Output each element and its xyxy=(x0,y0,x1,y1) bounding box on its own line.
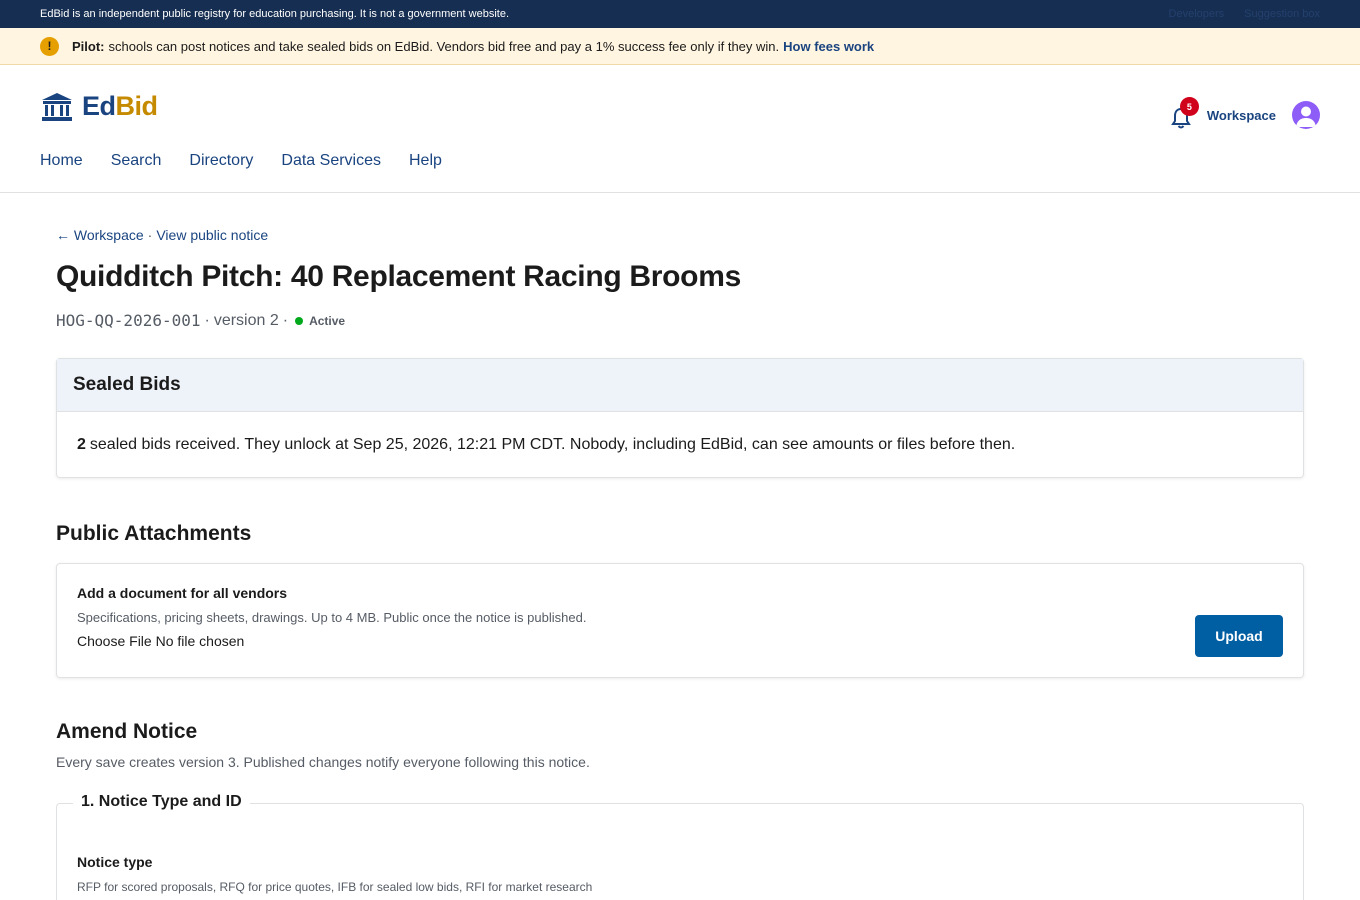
alert-title: Pilot: xyxy=(72,38,105,54)
amend-notice-heading: Amend Notice xyxy=(56,720,198,743)
notification-count-badge: 5 xyxy=(1179,97,1199,116)
status-badge: Active xyxy=(309,313,346,328)
nav-directory[interactable]: Directory xyxy=(189,152,253,170)
sealed-bids-text: sealed bids received. They unlock at Sep… xyxy=(89,435,1016,453)
breadcrumb-separator: · xyxy=(147,227,153,243)
sealed-bids-message: 2 sealed bids received. They unlock at S… xyxy=(57,412,1303,477)
upload-button[interactable]: Upload xyxy=(1195,615,1283,657)
main-content: ← Workspace · View public notice Quidditch… xyxy=(56,193,1304,900)
amend-notice-subtitle: Every save creates version 3. Published … xyxy=(56,754,590,770)
alert-text: schools can post notices and take sealed… xyxy=(108,38,780,54)
notice-meta: HOG-QQ-2026-001 · version 2 · Active xyxy=(56,311,1304,330)
back-to-workspace-link[interactable]: ← Workspace xyxy=(56,227,144,243)
public-attachments-heading: Public Attachments xyxy=(56,522,252,545)
logo-bid: Bid xyxy=(115,91,159,121)
banner-links: Developers Suggestion box xyxy=(1169,8,1320,20)
attachment-label: Add a document for all vendors xyxy=(77,585,288,601)
pilot-alert: ! Pilot: schools can post notices and ta… xyxy=(0,28,1360,65)
suggestion-box-link[interactable]: Suggestion box xyxy=(1244,8,1320,20)
exclamation-icon: ! xyxy=(40,36,59,56)
banner-text: EdBid is an independent public registry … xyxy=(40,8,509,20)
main-nav: Home Search Directory Data Services Help xyxy=(40,152,442,170)
meta-separator: · xyxy=(204,311,210,329)
bank-building-icon xyxy=(42,92,72,121)
notice-version: version 2 xyxy=(213,311,279,329)
nav-search[interactable]: Search xyxy=(111,152,162,170)
workspace-link[interactable]: Workspace xyxy=(1207,108,1276,123)
meta-separator: · xyxy=(282,311,289,329)
notice-type-label: Notice type xyxy=(77,854,153,870)
fieldset-legend: 1. Notice Type and ID xyxy=(73,793,250,811)
logo-ed: Ed xyxy=(82,91,116,121)
nav-data-services[interactable]: Data Services xyxy=(281,152,381,170)
logo[interactable]: EdBid xyxy=(40,91,158,122)
avatar[interactable] xyxy=(1292,101,1320,129)
file-input[interactable]: Choose File No file chosen xyxy=(77,633,1283,649)
user-icon xyxy=(1296,106,1316,127)
notifications-button[interactable]: 5 xyxy=(1169,97,1199,129)
notice-type-fieldset: 1. Notice Type and ID Notice type RFP fo… xyxy=(56,793,1304,900)
how-fees-work-link[interactable]: How fees work xyxy=(783,39,874,54)
breadcrumb-workspace: Workspace xyxy=(73,227,144,243)
page-title: Quidditch Pitch: 40 Replacement Racing B… xyxy=(56,260,741,293)
breadcrumb: ← Workspace · View public notice xyxy=(56,227,1304,243)
status-dot xyxy=(295,316,304,325)
sealed-bids-heading: Sealed Bids xyxy=(57,359,1303,412)
sealed-bids-card: Sealed Bids 2 sealed bids received. They… xyxy=(56,358,1304,478)
developers-link[interactable]: Developers xyxy=(1169,8,1225,20)
attachment-hint: Specifications, pricing sheets, drawings… xyxy=(77,610,587,625)
attachment-upload-card: Add a document for all vendors Specifica… xyxy=(56,563,1304,678)
nav-help[interactable]: Help xyxy=(409,152,442,170)
header-actions: 5 Workspace xyxy=(1169,97,1320,129)
view-public-notice-link[interactable]: View public notice xyxy=(156,227,268,243)
site-header: EdBid 5 Workspace Home Search Directory … xyxy=(0,65,1360,193)
notice-type-hint: RFP for scored proposals, RFQ for price … xyxy=(77,880,593,894)
site-banner: EdBid is an independent public registry … xyxy=(0,0,1360,28)
logo-text: EdBid xyxy=(82,91,158,122)
back-arrow-icon: ← xyxy=(56,227,70,243)
nav-home[interactable]: Home xyxy=(40,152,83,170)
sealed-bid-count: 2 xyxy=(77,435,86,453)
notice-id: HOG-QQ-2026-001 xyxy=(56,311,201,330)
